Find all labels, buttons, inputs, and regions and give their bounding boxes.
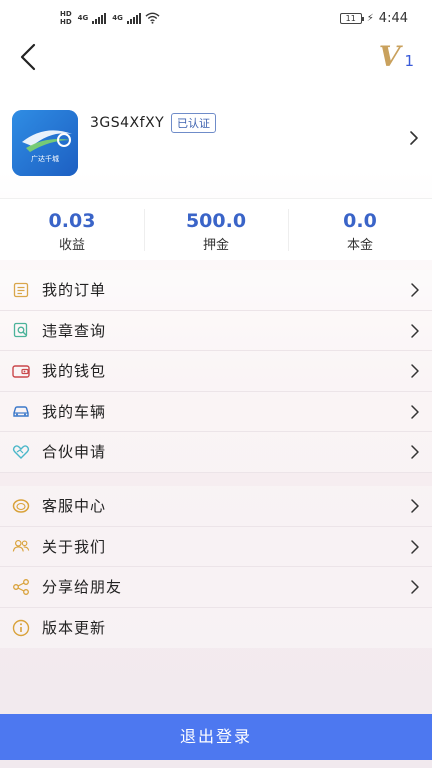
partner-icon [12, 443, 30, 461]
menu-item-wallet[interactable]: 我的钱包 [0, 351, 432, 392]
vip-level: 1 [404, 52, 414, 70]
menu-item-vehicles[interactable]: 我的车辆 [0, 392, 432, 432]
verified-badge: 已认证 [171, 113, 216, 133]
menu-item-share[interactable]: 分享给朋友 [0, 567, 432, 608]
menu-label: 违章查询 [42, 321, 107, 340]
vip-badge[interactable]: V 1 [379, 40, 414, 73]
chevron-right-icon [411, 539, 419, 554]
order-icon [12, 281, 30, 299]
share-icon [12, 578, 30, 596]
menu-item-orders[interactable]: 我的订单 [0, 270, 432, 311]
status-bar: HD HD 4G 4G 11 ⚡ 4:44 [0, 0, 432, 36]
nav-bar: V 1 [0, 36, 432, 80]
menu-label: 关于我们 [42, 537, 107, 556]
stat-value: 0.03 [48, 210, 96, 232]
menu-label: 合伙申请 [42, 443, 107, 462]
menu-label: 我的车辆 [42, 402, 107, 421]
menu-item-partner-apply[interactable]: 合伙申请 [0, 432, 432, 473]
chevron-right-icon [411, 283, 419, 297]
menu-item-violation-query[interactable]: 违章查询 [0, 311, 432, 351]
wallet-icon [12, 362, 30, 380]
chevron-right-icon [410, 131, 418, 145]
logo-swoosh-icon [12, 110, 78, 176]
signal-icon [92, 12, 107, 24]
menu-label: 分享给朋友 [42, 578, 123, 597]
stat-value: 0.0 [343, 210, 377, 232]
violation-search-icon [12, 321, 30, 339]
hd-indicators: HD HD [60, 10, 72, 26]
profile-card[interactable]: 广达千城 3GS4XfXY 已认证 [0, 100, 432, 196]
status-right: 11 ⚡ 4:44 [339, 11, 408, 26]
hd-label-2: HD [60, 18, 72, 26]
chevron-right-icon [411, 445, 419, 459]
wifi-icon [145, 12, 160, 24]
about-us-icon [12, 537, 30, 555]
network-label-2: 4G [112, 14, 123, 22]
menu-label: 客服中心 [42, 497, 107, 516]
menu-item-about-us[interactable]: 关于我们 [0, 527, 432, 567]
customer-service-icon [12, 497, 30, 515]
clock: 4:44 [378, 11, 408, 26]
stat-value: 500.0 [185, 210, 247, 232]
vip-icon: V [378, 40, 401, 73]
logout-button[interactable]: 退出登录 [0, 714, 432, 760]
chevron-right-icon [411, 323, 419, 338]
signal-icon-2 [126, 12, 141, 24]
car-icon [12, 402, 30, 420]
stat-label: 本金 [346, 238, 373, 253]
menu-group-support: 客服中心 关于我们 分享给朋友 版本更新 [0, 486, 432, 648]
stats-row: 0.03 收益 500.0 押金 0.0 本金 [0, 198, 432, 260]
status-left: HD HD 4G 4G [60, 10, 160, 26]
username: 3GS4XfXY [90, 115, 165, 131]
menu-item-version-update[interactable]: 版本更新 [0, 608, 432, 649]
network-label-1: 4G [77, 14, 89, 22]
menu-label: 我的订单 [42, 281, 107, 300]
chevron-right-icon [411, 499, 419, 513]
logo-text: 广达千城 [31, 155, 59, 163]
app-logo: 广达千城 [12, 110, 78, 176]
chevron-right-icon [411, 404, 419, 419]
chevron-right-icon [411, 364, 419, 378]
stat-principal[interactable]: 0.0 本金 [288, 199, 432, 260]
chevron-right-icon [411, 580, 419, 594]
menu-label: 版本更新 [42, 619, 107, 638]
hd-label-1: HD [60, 10, 72, 18]
stat-deposit[interactable]: 500.0 押金 [144, 199, 288, 260]
menu-group-main: 我的订单 违章查询 我的钱包 我的车辆 合伙申请 [0, 270, 432, 473]
stat-label: 押金 [202, 238, 229, 253]
menu-label: 我的钱包 [42, 362, 107, 381]
info-icon [12, 619, 30, 637]
stat-earnings[interactable]: 0.03 收益 [0, 199, 144, 260]
back-icon[interactable] [14, 42, 44, 72]
charging-icon: ⚡ [366, 13, 374, 24]
stat-label: 收益 [58, 238, 85, 253]
battery-icon: 11 [339, 13, 364, 24]
menu-item-customer-service[interactable]: 客服中心 [0, 486, 432, 527]
